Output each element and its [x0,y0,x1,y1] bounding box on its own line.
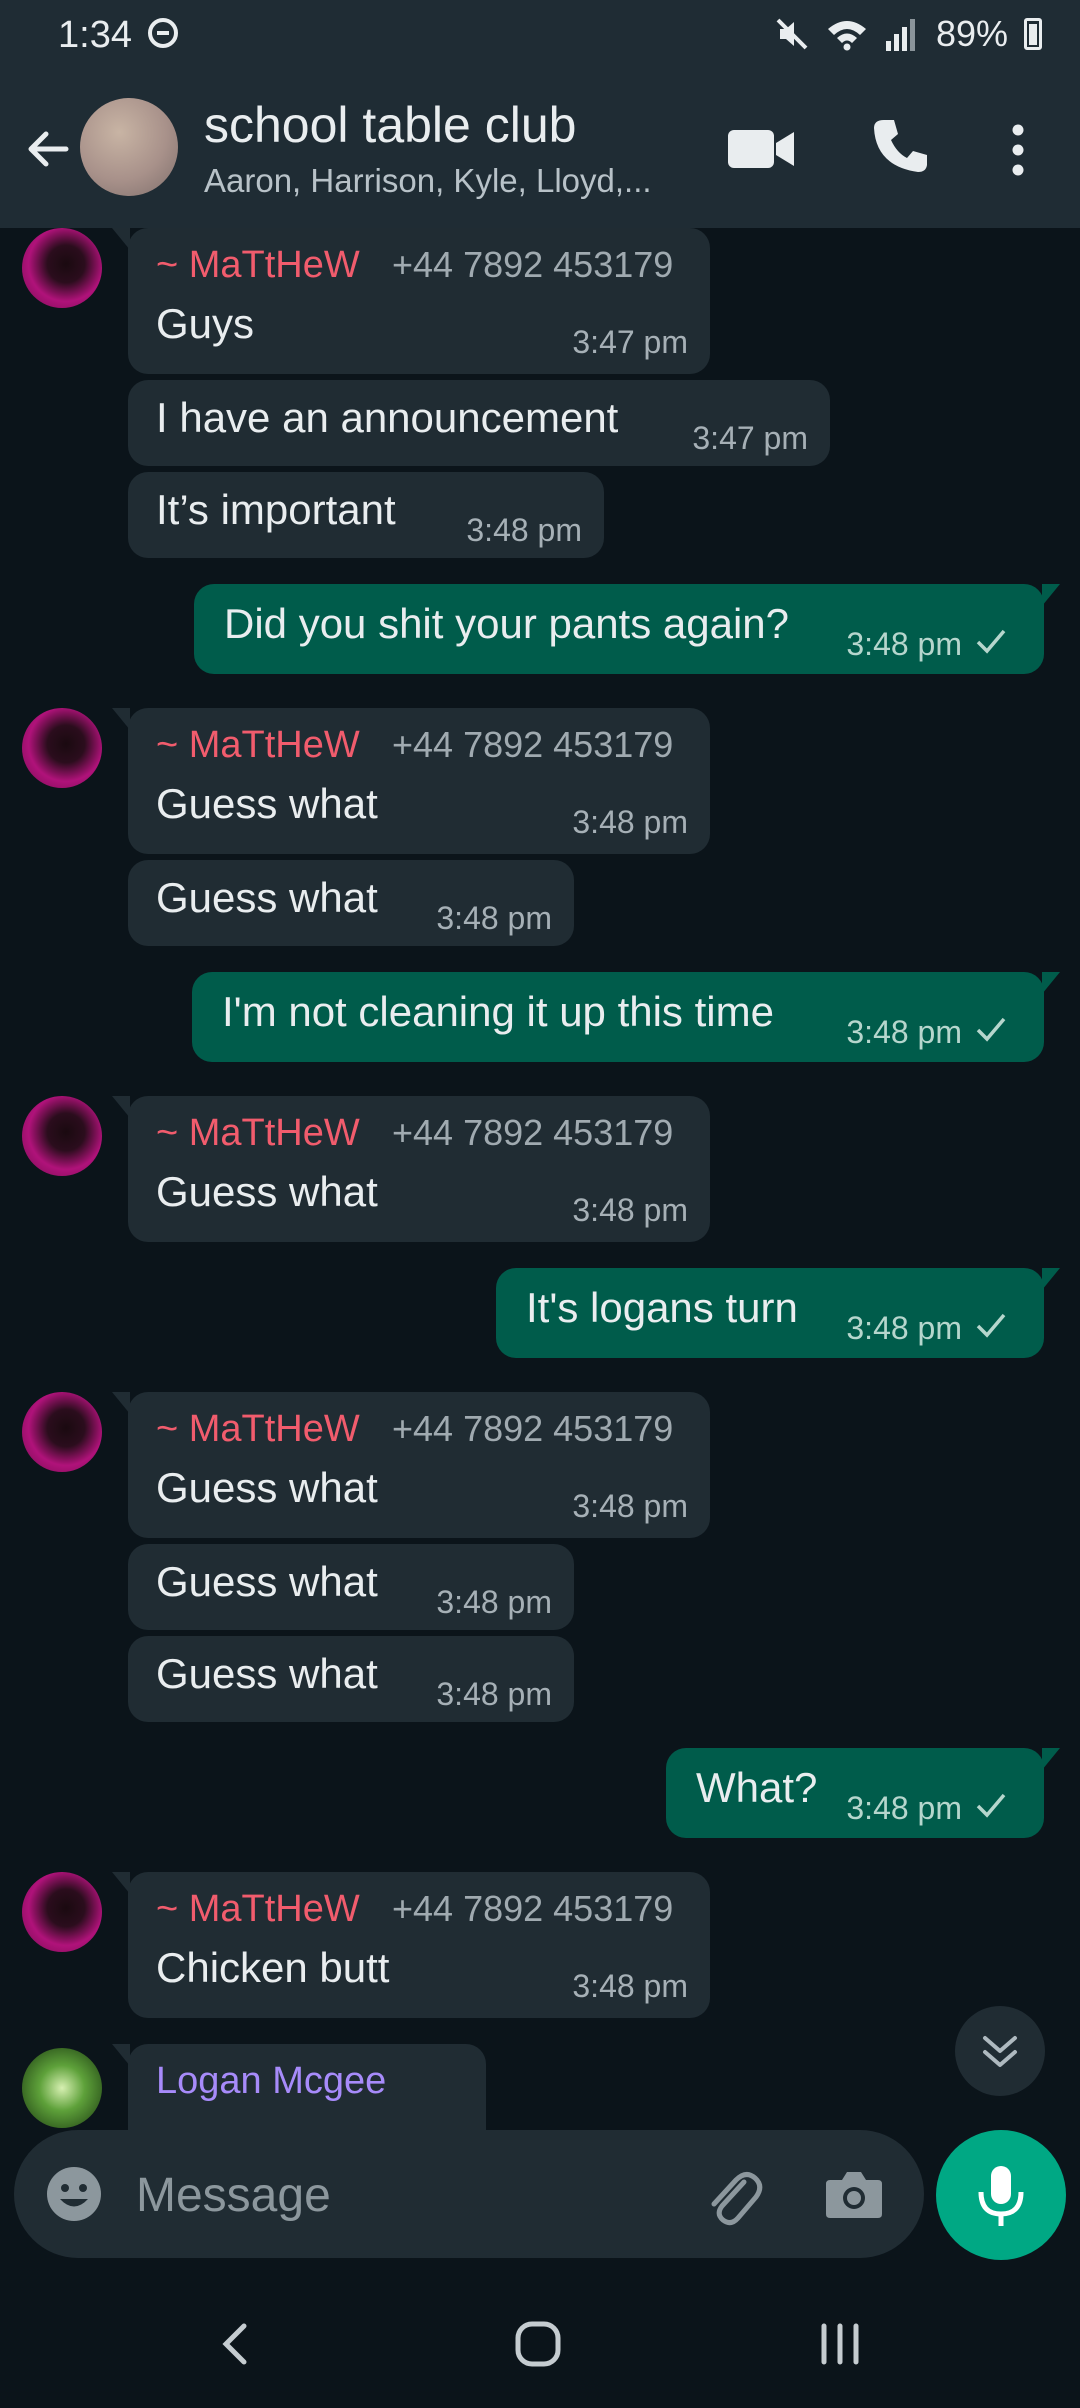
double-chevron-down-icon [983,2036,1017,2067]
message-time: 3:48 pm [436,900,552,936]
message-time: 3:48 pm [466,512,582,548]
battery-icon [1024,18,1042,50]
message-text: It's logans turn [526,1284,798,1331]
group-avatar[interactable] [80,98,178,196]
message-text: What? [696,1764,818,1811]
attach-icon[interactable] [700,2160,764,2230]
message-bubble-outgoing[interactable]: It's logans turn 3:48 pm [496,1268,1060,1358]
message-time: 3:48 pm [436,1584,552,1620]
message-time: 3:48 pm [846,1790,962,1826]
signal-icon [885,19,915,51]
mute-icon [776,18,808,50]
group-title[interactable]: school table club [204,96,576,154]
message-bubble-outgoing[interactable]: What? 3:48 pm [666,1748,1060,1838]
chat-header: school table club Aaron, Harrison, Kyle,… [0,70,1080,228]
nav-home-icon[interactable] [510,2316,566,2372]
sender-phone: +44 7892 453179 [392,724,674,765]
sender-phone: +44 7892 453179 [392,1112,674,1153]
status-bar: 1:34 89% [0,0,1080,70]
system-nav-bar [0,2280,1080,2408]
message-time: 3:48 pm [572,804,688,840]
message-text: It’s important [156,486,396,533]
group-members[interactable]: Aaron, Harrison, Kyle, Lloyd,... [204,162,652,200]
nav-back-icon[interactable] [210,2316,260,2372]
avatar[interactable] [22,1392,102,1472]
message-composer [14,2130,924,2258]
avatar[interactable] [22,708,102,788]
message-bubble[interactable]: Guess what 3:48 pm [128,860,574,946]
sender-name: ~ MaTtHeW [156,1888,360,1930]
avatar[interactable] [22,1872,102,1952]
message-bubble[interactable]: Guess what 3:48 pm [128,1544,574,1630]
scroll-to-bottom-button[interactable] [955,2006,1045,2096]
avatar[interactable] [22,2048,102,2128]
sender-name: ~ MaTtHeW [156,724,360,766]
message-bubble[interactable]: ~ MaTtHeW +44 7892 453179 Guess what 3:4… [112,1096,710,1242]
message-text: Guess what [156,780,378,827]
voice-message-button[interactable] [936,2130,1066,2260]
message-time: 3:48 pm [572,1192,688,1228]
message-time: 3:48 pm [572,1968,688,2004]
do-not-disturb-icon [148,18,178,48]
sender-name: ~ MaTtHeW [156,1112,360,1154]
chat-area[interactable]: ~ MaTtHeW +44 7892 453179 Guys 3:47 pm I… [0,228,1080,2132]
nav-recents-icon[interactable] [812,2316,868,2372]
sender-phone: +44 7892 453179 [392,1888,674,1929]
sent-check-icon [976,1017,1006,1042]
status-time: 1:34 [58,14,132,56]
message-text: I have an announcement [156,394,619,441]
sent-check-icon [976,629,1006,654]
message-text: Guess what [156,1558,378,1605]
message-time: 3:48 pm [572,1488,688,1524]
sender-phone: +44 7892 453179 [392,1408,674,1449]
sent-check-icon [976,1313,1006,1338]
message-time: 3:47 pm [572,324,688,360]
message-text: Did you shit your pants again? [224,600,790,647]
message-text: Chicken butt [156,1944,390,1991]
message-input[interactable] [134,2154,698,2236]
wifi-icon [827,21,866,51]
message-text: I'm not cleaning it up this time [222,988,774,1035]
voice-call-icon[interactable] [870,116,930,176]
microphone-icon [978,2166,1024,2226]
camera-icon[interactable] [822,2164,886,2224]
message-bubble[interactable]: Logan Mcgee [112,2044,486,2132]
message-bubble[interactable]: It’s important 3:48 pm [128,472,604,558]
message-text: Guess what [156,1168,378,1215]
video-call-icon[interactable] [726,124,796,174]
message-bubble[interactable]: I have an announcement 3:47 pm [128,380,830,466]
sender-name: ~ MaTtHeW [156,1408,360,1450]
message-bubble[interactable]: ~ MaTtHeW +44 7892 453179 Guys 3:47 pm [112,228,710,374]
message-time: 3:48 pm [846,1014,962,1050]
battery-percent: 89% [935,13,1008,54]
message-bubble[interactable]: ~ MaTtHeW +44 7892 453179 Chicken butt 3… [112,1872,710,2018]
avatar[interactable] [22,228,102,308]
message-time: 3:48 pm [846,1310,962,1346]
sender-phone: +44 7892 453179 [392,244,674,285]
message-time: 3:48 pm [436,1676,552,1712]
message-bubble[interactable]: Guess what 3:48 pm [128,1636,574,1722]
message-bubble-outgoing[interactable]: Did you shit your pants again? 3:48 pm [194,584,1060,674]
sender-name: Logan Mcgee [156,2060,387,2102]
sender-name: ~ MaTtHeW [156,244,360,286]
message-time: 3:48 pm [846,626,962,662]
status-indicators: 89% [774,12,1042,56]
message-text: Guess what [156,874,378,921]
back-arrow-icon[interactable] [20,122,74,176]
message-text: Guys [156,300,255,347]
message-bubble[interactable]: ~ MaTtHeW +44 7892 453179 Guess what 3:4… [112,708,710,854]
message-time: 3:47 pm [692,420,808,456]
emoji-icon[interactable] [44,2164,104,2224]
message-bubble-outgoing[interactable]: I'm not cleaning it up this time 3:48 pm [192,972,1060,1062]
more-options-icon[interactable] [1000,120,1036,180]
message-bubble[interactable]: ~ MaTtHeW +44 7892 453179 Guess what 3:4… [112,1392,710,1538]
message-text: Guess what [156,1650,378,1697]
message-text: Guess what [156,1464,378,1511]
avatar[interactable] [22,1096,102,1176]
sent-check-icon [976,1793,1006,1818]
